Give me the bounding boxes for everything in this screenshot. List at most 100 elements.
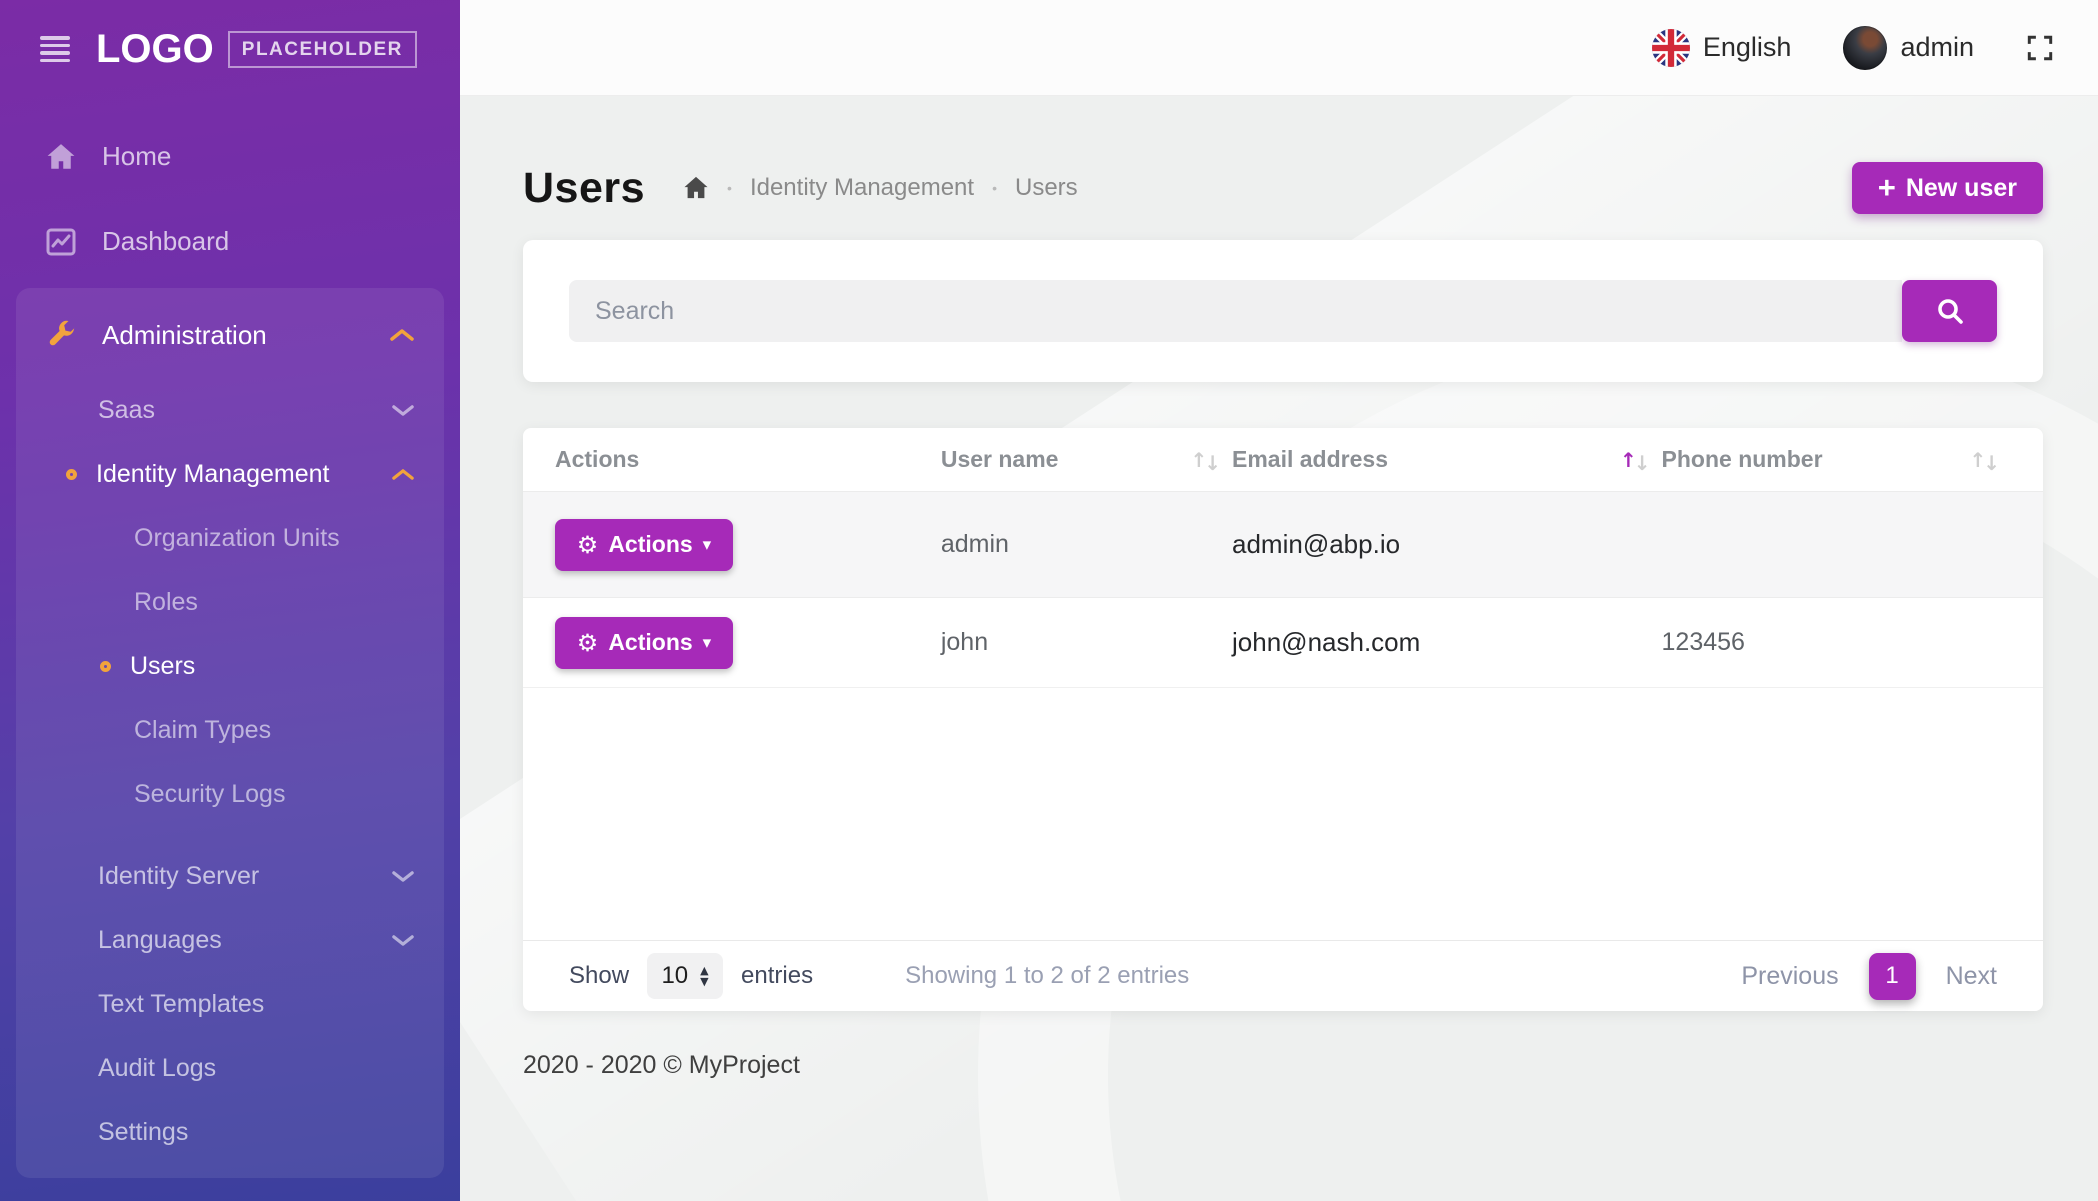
sidebar-nav: Home Dashboard Administration (0, 98, 460, 1178)
search-input[interactable] (569, 280, 1902, 342)
ring-bullet-icon (66, 469, 77, 480)
search-card (523, 240, 2043, 382)
language-selector[interactable]: English (1652, 29, 1792, 67)
breadcrumb-home-icon[interactable] (683, 176, 709, 200)
cell-user-name: john (941, 628, 1232, 657)
administration-group: Administration Saas Identity Management (16, 288, 444, 1178)
breadcrumb-separator: • (992, 180, 997, 196)
sidebar-item-label: Administration (102, 320, 267, 351)
app-root: LOGO PLACEHOLDER Home Dashboard (0, 0, 2098, 1201)
sort-icon: ↑↓ (1620, 448, 1648, 472)
logo[interactable]: LOGO PLACEHOLDER (96, 27, 417, 72)
sidebar-header: LOGO PLACEHOLDER (0, 0, 460, 98)
row-actions-button[interactable]: ⚙ Actions ▾ (555, 617, 733, 669)
sidebar-item-label: Roles (134, 588, 198, 617)
chevron-down-icon (392, 934, 414, 947)
sidebar-item-organization-units[interactable]: Organization Units (16, 506, 444, 570)
actions-label: Actions (608, 531, 692, 558)
user-name-label: admin (1900, 32, 1974, 63)
sidebar-item-identity-management[interactable]: Identity Management (16, 442, 444, 506)
actions-label: Actions (608, 629, 692, 656)
main-area: English admin Users • (460, 0, 2098, 1201)
table-row: ⚙ Actions ▾ admin admin@abp.io (523, 492, 2043, 598)
column-label: Email address (1232, 446, 1388, 473)
column-header-email[interactable]: Email address ↑↓ (1232, 446, 1662, 473)
sidebar-item-label: Identity Management (96, 460, 329, 489)
pagination: Previous 1 Next (1741, 953, 1997, 1000)
user-menu[interactable]: admin (1843, 26, 1974, 70)
sidebar-item-languages[interactable]: Languages (16, 908, 444, 972)
next-page-button[interactable]: Next (1946, 962, 1997, 991)
new-user-button[interactable]: + New user (1852, 162, 2043, 214)
column-header-user-name[interactable]: User name ↑↓ (941, 446, 1232, 473)
column-header-actions: Actions (555, 446, 941, 473)
sidebar-item-audit-logs[interactable]: Audit Logs (16, 1036, 444, 1100)
sidebar-item-identity-server[interactable]: Identity Server (16, 844, 444, 908)
breadcrumb-item[interactable]: Identity Management (750, 174, 974, 202)
column-header-phone[interactable]: Phone number ↑↓ (1662, 446, 2011, 473)
sidebar-item-home[interactable]: Home (0, 114, 460, 199)
cell-email: john@nash.com (1232, 627, 1662, 658)
entries-label: entries (741, 962, 813, 990)
page-title: Users (523, 164, 645, 213)
content-area: Users • Identity Management • Users + Ne… (460, 96, 2098, 1201)
sidebar-item-label: Home (102, 141, 171, 172)
dashboard-chart-icon (44, 228, 78, 256)
showing-info: Showing 1 to 2 of 2 entries (905, 962, 1189, 990)
sidebar-item-label: Saas (98, 396, 155, 425)
search-button[interactable] (1902, 280, 1997, 342)
column-label: User name (941, 446, 1059, 473)
sidebar-item-text-templates[interactable]: Text Templates (16, 972, 444, 1036)
sidebar-item-administration[interactable]: Administration (16, 292, 444, 378)
page-header: Users • Identity Management • Users + Ne… (523, 162, 2043, 214)
sidebar-item-dashboard[interactable]: Dashboard (0, 199, 460, 284)
breadcrumb-item-current: Users (1015, 174, 1078, 202)
page-size-select[interactable]: 10 ▲▼ (647, 953, 723, 999)
chevron-down-icon (392, 870, 414, 883)
sidebar-item-label: Text Templates (98, 990, 264, 1019)
ring-bullet-icon (100, 661, 111, 672)
breadcrumb: • Identity Management • Users (683, 174, 1078, 202)
chevron-up-icon (390, 328, 414, 342)
sort-icon: ↑↓ (1190, 448, 1218, 472)
logo-text: LOGO (96, 27, 214, 72)
sidebar-item-label: Settings (98, 1118, 188, 1147)
search-icon (1935, 296, 1965, 326)
sidebar-item-label: Security Logs (134, 780, 285, 809)
cell-email: admin@abp.io (1232, 529, 1662, 560)
copyright-text: 2020 - 2020 © MyProject (523, 1051, 2043, 1080)
chevron-down-icon (392, 404, 414, 417)
sidebar-item-label: Audit Logs (98, 1054, 216, 1083)
sidebar-item-users[interactable]: Users (16, 634, 444, 698)
page-size-value: 10 (661, 962, 688, 990)
sort-icon: ↑↓ (1969, 448, 1997, 472)
breadcrumb-separator: • (727, 180, 732, 196)
page-number-button[interactable]: 1 (1869, 953, 1916, 1000)
sidebar-item-label: Identity Server (98, 862, 259, 891)
wrench-icon (44, 320, 78, 350)
cell-phone: 123456 (1662, 628, 2011, 657)
menu-toggle-icon[interactable] (40, 36, 70, 62)
sidebar-item-security-logs[interactable]: Security Logs (16, 762, 444, 826)
sidebar-item-claim-types[interactable]: Claim Types (16, 698, 444, 762)
logo-badge: PLACEHOLDER (228, 31, 417, 68)
sidebar-item-label: Languages (98, 926, 222, 955)
table-row: ⚙ Actions ▾ john john@nash.com 123456 (523, 598, 2043, 688)
fullscreen-icon (2026, 34, 2054, 62)
table-header-row: Actions User name ↑↓ Email address ↑↓ Ph… (523, 428, 2043, 492)
column-label: Phone number (1662, 446, 1823, 473)
sidebar-item-settings[interactable]: Settings (16, 1100, 444, 1164)
avatar (1843, 26, 1887, 70)
sidebar-item-saas[interactable]: Saas (16, 378, 444, 442)
show-label: Show (569, 962, 629, 990)
cell-user-name: admin (941, 530, 1232, 559)
table-footer: Show 10 ▲▼ entries Showing 1 to 2 of 2 e… (523, 940, 2043, 1011)
fullscreen-button[interactable] (2026, 34, 2054, 62)
sidebar: LOGO PLACEHOLDER Home Dashboard (0, 0, 460, 1201)
row-actions-button[interactable]: ⚙ Actions ▾ (555, 519, 733, 571)
previous-page-button[interactable]: Previous (1741, 962, 1838, 991)
table-empty-space (523, 688, 2043, 940)
stepper-icon: ▲▼ (700, 965, 708, 987)
sidebar-item-roles[interactable]: Roles (16, 570, 444, 634)
home-icon (44, 143, 78, 171)
